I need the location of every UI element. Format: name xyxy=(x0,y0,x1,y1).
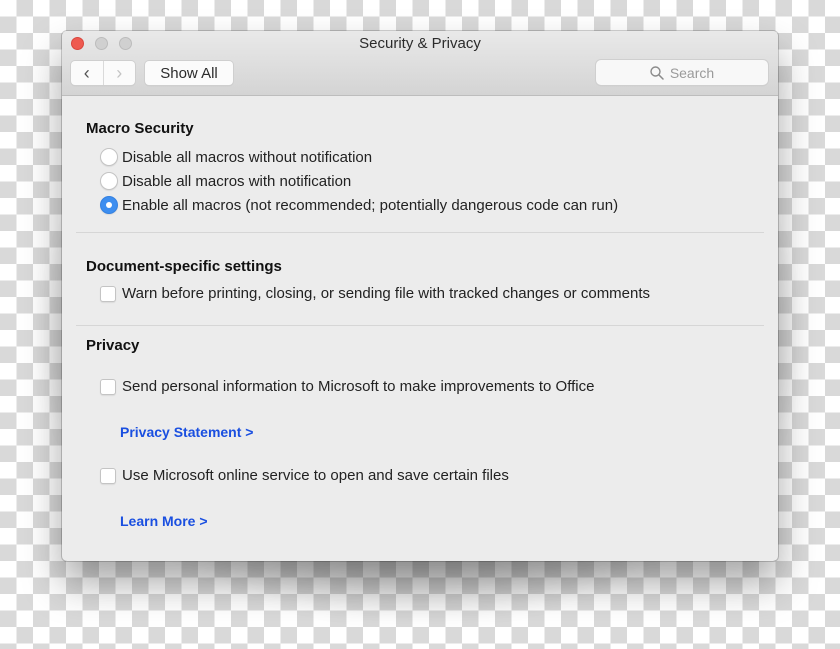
checkbox-label: Warn before printing, closing, or sendin… xyxy=(122,285,651,302)
checkbox-online-service[interactable]: Use Microsoft online service to open and… xyxy=(100,467,509,484)
checkbox[interactable] xyxy=(100,467,116,484)
radio-label: Disable all macros with notification xyxy=(122,172,352,190)
checkbox-label: Use Microsoft online service to open and… xyxy=(122,467,509,484)
preferences-content: Macro Security Disable all macros withou… xyxy=(62,96,778,561)
search-placeholder: Search xyxy=(669,64,715,81)
document-settings-heading: Document-specific settings xyxy=(86,258,282,275)
search-field[interactable]: Search xyxy=(596,60,768,85)
radio-label: Enable all macros (not recommended; pote… xyxy=(122,196,619,214)
radio-enable-all-macros[interactable]: Enable all macros (not recommended; pote… xyxy=(100,196,618,214)
radio-disable-without-notification[interactable]: Disable all macros without notification xyxy=(100,148,372,166)
navigation-buttons: ‹ › xyxy=(71,61,135,85)
radio-button-selected[interactable] xyxy=(100,196,118,214)
learn-more-link[interactable]: Learn More > xyxy=(120,513,208,529)
privacy-statement-link[interactable]: Privacy Statement > xyxy=(120,424,253,440)
checkbox-label: Send personal information to Microsoft t… xyxy=(122,378,595,395)
forward-button[interactable]: › xyxy=(104,61,136,85)
checkbox-warn-tracked-changes[interactable]: Warn before printing, closing, or sendin… xyxy=(100,285,650,302)
window-title: Security & Privacy xyxy=(359,35,481,52)
checkbox-send-personal-info[interactable]: Send personal information to Microsoft t… xyxy=(100,378,594,395)
radio-label: Disable all macros without notification xyxy=(122,148,373,166)
privacy-heading: Privacy xyxy=(86,337,140,354)
radio-disable-with-notification[interactable]: Disable all macros with notification xyxy=(100,172,351,190)
macro-security-heading: Macro Security xyxy=(86,120,194,137)
radio-button[interactable] xyxy=(100,172,118,190)
show-all-button[interactable]: Show All xyxy=(145,61,233,85)
security-privacy-window: Security & Privacy ‹ › Show All Search M… xyxy=(62,31,778,561)
section-divider xyxy=(76,232,764,233)
radio-button[interactable] xyxy=(100,148,118,166)
checkbox[interactable] xyxy=(100,378,116,395)
chevron-left-icon: ‹ xyxy=(83,62,90,83)
back-button[interactable]: ‹ xyxy=(71,61,104,85)
chevron-right-icon: › xyxy=(116,62,123,83)
title-bar: Security & Privacy ‹ › Show All Search xyxy=(62,31,778,96)
checkbox[interactable] xyxy=(100,285,116,302)
search-icon xyxy=(650,65,664,80)
section-divider xyxy=(76,325,764,326)
